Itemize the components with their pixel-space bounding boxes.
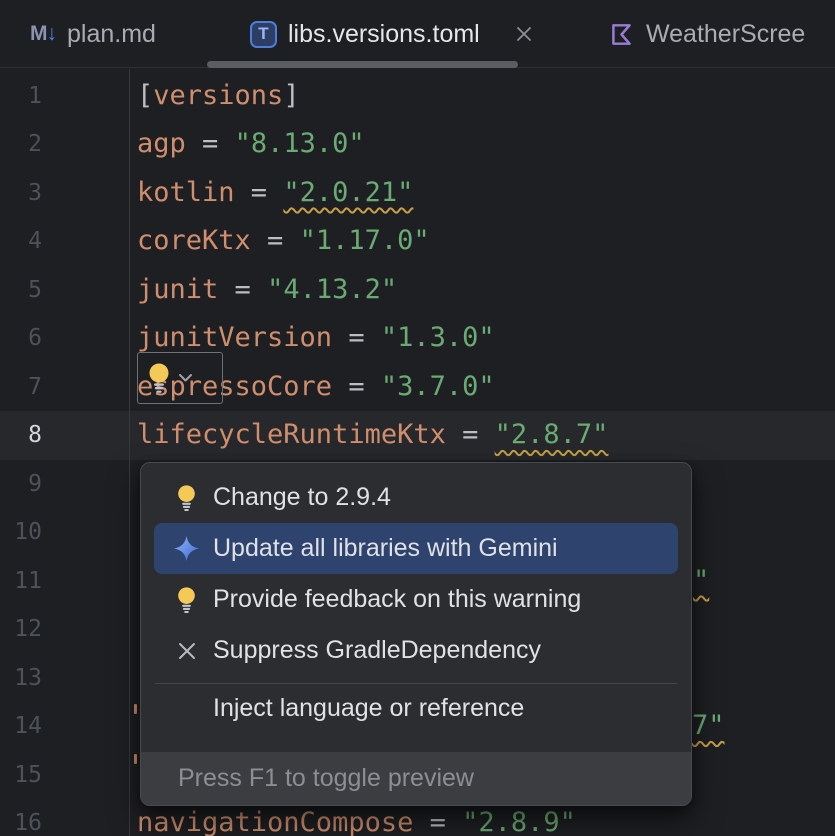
code-token: ] <box>283 80 299 111</box>
tab-label: WeatherScree <box>646 20 805 49</box>
code-token: "3.7.0" <box>381 371 495 402</box>
close-x-icon <box>173 641 200 661</box>
code-token: "2.8.9" <box>462 807 576 836</box>
code-token: = <box>235 177 284 208</box>
line-number[interactable]: 2 <box>0 120 42 169</box>
menu-item-label: Suppress GradleDependency <box>213 636 541 665</box>
gutter-divider <box>129 69 130 836</box>
code-line[interactable]: [versions] <box>137 72 608 121</box>
tab-weatherscreen[interactable]: WeatherScree <box>608 0 805 68</box>
tab-plan-md[interactable]: M↓ plan.md <box>30 0 156 68</box>
lightbulb-icon <box>173 484 200 512</box>
code-token: "2.8.7" <box>495 419 609 450</box>
line-number[interactable]: 15 <box>0 751 42 800</box>
intention-popup: Change to 2.9.4 Update all libraries wit… <box>140 462 692 806</box>
line-number[interactable]: 7 <box>0 363 42 412</box>
line-number[interactable]: 3 <box>0 169 42 218</box>
line-number[interactable]: 9 <box>0 460 42 509</box>
code-token: junit <box>137 274 218 305</box>
kotlin-file-icon <box>608 21 635 48</box>
code-token: = <box>332 371 381 402</box>
menu-item-suppress[interactable]: Suppress GradleDependency <box>141 625 691 676</box>
tab-label: libs.versions.toml <box>288 20 480 49</box>
code-token: coreKtx <box>137 225 251 256</box>
intention-popup-list: Change to 2.9.4 Update all libraries wit… <box>141 463 691 732</box>
tab-scrollbar-thumb[interactable] <box>207 61 518 68</box>
tab-libs-versions-toml[interactable]: T libs.versions.toml <box>250 0 533 68</box>
code-fragment: 7" <box>692 702 725 751</box>
code-line[interactable]: coreKtx = "1.17.0" <box>137 217 608 266</box>
menu-item-provide-feedback[interactable]: Provide feedback on this warning <box>141 574 691 625</box>
code-line[interactable]: junit = "4.13.2" <box>137 266 608 315</box>
code-token: "2.0.21" <box>283 177 413 208</box>
code-token: [ <box>137 80 153 111</box>
code-token: navigationCompose <box>137 807 413 836</box>
code-token: "1.3.0" <box>381 322 495 353</box>
line-number[interactable]: 8 <box>0 411 42 460</box>
popup-footer-hint: Press F1 to toggle preview <box>141 752 691 805</box>
line-number[interactable]: 5 <box>0 266 42 315</box>
chevron-down-icon <box>178 373 193 383</box>
lightbulb-icon <box>147 362 171 394</box>
line-number[interactable]: 14 <box>0 702 42 751</box>
code-token: = <box>446 419 495 450</box>
footer-hint-text: Press F1 to toggle preview <box>178 764 474 793</box>
gemini-sparkle-icon <box>173 535 200 562</box>
editor-tab-bar: M↓ plan.md T libs.versions.toml WeatherS… <box>0 0 835 68</box>
code-fragment: " <box>693 557 709 606</box>
code-token: versions <box>153 80 283 111</box>
toml-file-icon: T <box>250 21 277 48</box>
menu-item-label: Provide feedback on this warning <box>213 585 581 614</box>
code-token: = <box>218 274 267 305</box>
line-number[interactable]: 12 <box>0 605 42 654</box>
menu-item-update-with-gemini[interactable]: Update all libraries with Gemini <box>154 523 678 574</box>
code-sliver <box>134 704 137 714</box>
code-token: lifecycleRuntimeKtx <box>137 419 446 450</box>
code-token: "4.13.2" <box>267 274 397 305</box>
line-number[interactable]: 1 <box>0 72 42 121</box>
ide-window: M↓ plan.md T libs.versions.toml WeatherS… <box>0 0 835 836</box>
lightbulb-icon <box>173 586 200 614</box>
code-editor[interactable]: 12345678910111213141516 [versions]agp = … <box>0 69 835 836</box>
code-token: = <box>251 225 300 256</box>
code-token: "8.13.0" <box>235 128 365 159</box>
code-token: "1.17.0" <box>300 225 430 256</box>
line-number[interactable]: 10 <box>0 508 42 557</box>
line-number[interactable]: 16 <box>0 799 42 836</box>
markdown-file-icon: M↓ <box>30 22 56 46</box>
menu-item-change-version[interactable]: Change to 2.9.4 <box>141 472 691 523</box>
gutter-line-numbers[interactable]: 12345678910111213141516 <box>0 72 42 836</box>
code-line[interactable]: agp = "8.13.0" <box>137 120 608 169</box>
close-tab-icon[interactable] <box>515 25 533 43</box>
line-number[interactable]: 11 <box>0 557 42 606</box>
menu-item-inject-language[interactable]: Inject language or reference <box>141 684 691 732</box>
menu-item-label: Change to 2.9.4 <box>213 483 391 512</box>
tab-label: plan.md <box>67 20 156 49</box>
code-sliver <box>134 754 137 764</box>
code-line[interactable]: lifecycleRuntimeKtx = "2.8.7" <box>137 411 608 460</box>
code-token: agp <box>137 128 186 159</box>
code-line[interactable]: kotlin = "2.0.21" <box>137 169 608 218</box>
menu-item-label: Inject language or reference <box>213 694 524 723</box>
menu-item-label: Update all libraries with Gemini <box>213 534 558 563</box>
code-token: kotlin <box>137 177 235 208</box>
intention-bulb-widget[interactable] <box>137 352 223 404</box>
code-token: = <box>186 128 235 159</box>
line-number[interactable]: 13 <box>0 654 42 703</box>
code-token: = <box>413 807 462 836</box>
line-number[interactable]: 4 <box>0 217 42 266</box>
code-token: = <box>332 322 381 353</box>
code-token: junitVersion <box>137 322 332 353</box>
line-number[interactable]: 6 <box>0 314 42 363</box>
